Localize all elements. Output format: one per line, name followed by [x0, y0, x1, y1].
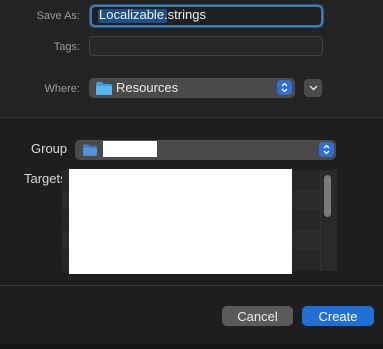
filename-text: Localizable.strings — [99, 7, 206, 22]
where-popup-stepper-icon — [277, 80, 292, 95]
cancel-button[interactable]: Cancel — [222, 306, 293, 326]
tags-label: Tags: — [53, 41, 80, 53]
where-popup[interactable]: Resources — [89, 78, 295, 98]
top-divider — [0, 117, 383, 118]
create-button[interactable]: Create — [302, 306, 374, 326]
tags-field[interactable] — [89, 36, 323, 56]
save-as-label: Save As: — [36, 10, 80, 22]
targets-label: Targets — [24, 171, 67, 186]
bottom-divider — [0, 285, 383, 286]
chevron-down-icon — [308, 85, 318, 91]
targets-redacted — [69, 169, 292, 274]
where-label: Where: — [44, 83, 80, 95]
targets-scrollbar-thumb[interactable] — [324, 175, 331, 217]
filename-extension: .strings — [164, 7, 206, 22]
folder-icon — [96, 82, 112, 95]
filename-selected: Localizable — [99, 7, 165, 22]
group-label: Group — [31, 141, 68, 156]
group-name-redacted — [103, 141, 157, 157]
group-popup-stepper-icon — [319, 142, 334, 157]
window-bottom-edge — [0, 344, 383, 349]
expand-browser-button[interactable] — [304, 79, 322, 97]
group-folder-icon — [83, 144, 97, 156]
where-value: Resources — [116, 80, 179, 95]
